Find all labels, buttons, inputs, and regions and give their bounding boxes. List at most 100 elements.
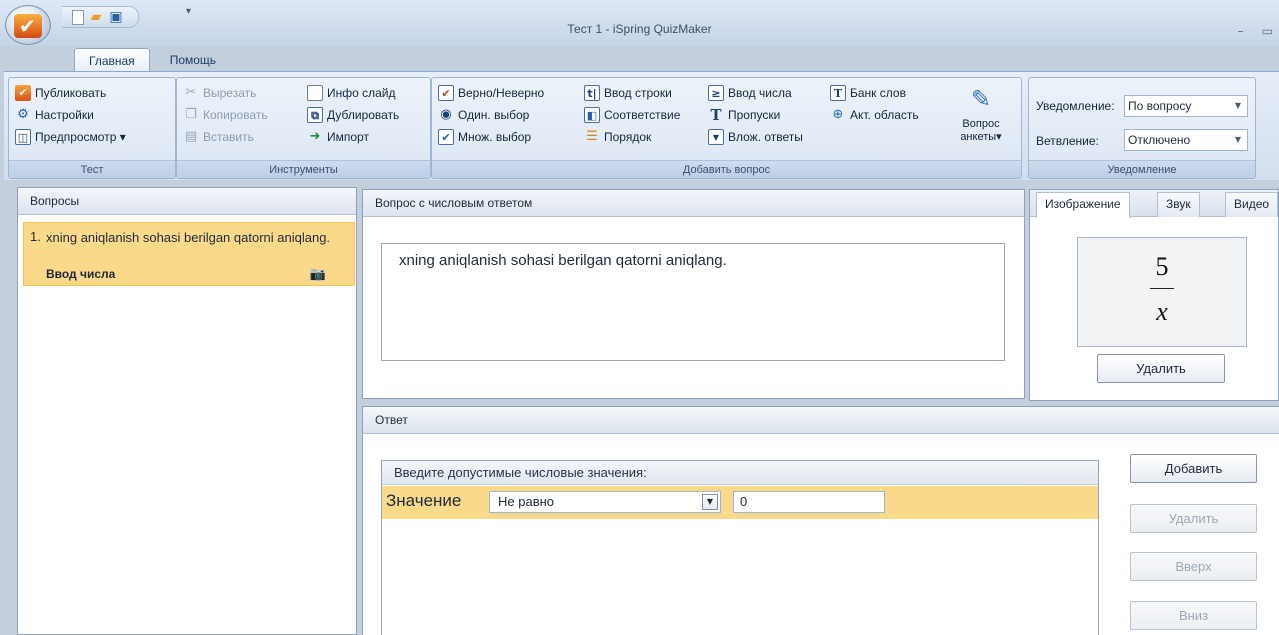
text-input-icon: t| xyxy=(584,85,600,101)
questions-panel-title: Вопросы xyxy=(18,188,356,215)
multiple-choice-button[interactable]: ✔ Множ. выбор xyxy=(438,128,531,146)
group-label-add-question: Добавить вопрос xyxy=(432,160,1021,178)
sequence-icon: ☰ xyxy=(586,129,598,144)
formula-denominator: x xyxy=(1156,297,1168,326)
delete-answer-button[interactable]: Удалить xyxy=(1130,504,1257,533)
window-title: Тест 1 - iSpring QuizMaker xyxy=(567,22,712,36)
paste-icon: ▤ xyxy=(184,129,198,144)
answer-values-table: Введите допустимые числовые значения: Зн… xyxy=(381,460,1099,635)
answer-values-header: Введите допустимые числовые значения: xyxy=(382,461,1098,485)
true-false-icon: ✔ xyxy=(438,85,454,101)
tab-help[interactable]: Помощь xyxy=(156,48,230,72)
checkbox-icon: ✔ xyxy=(438,129,454,145)
notification-select[interactable]: По вопросу ▼ xyxy=(1124,95,1248,117)
fraction-bar xyxy=(1150,288,1174,289)
media-tabs: Изображение Звук Видео xyxy=(1030,190,1279,218)
hotspot-button[interactable]: ⊕ Акт. область xyxy=(830,106,919,124)
media-panel: Изображение Звук Видео 5 x Удалить xyxy=(1029,189,1279,401)
preview-button[interactable]: ◫ Предпросмотр ▾ xyxy=(15,128,126,146)
customize-qat-icon[interactable]: ▾ xyxy=(186,6,191,17)
formula-image: 5 x xyxy=(1078,252,1246,327)
image-preview: 5 x xyxy=(1077,237,1247,347)
answer-panel: Ответ Введите допустимые числовые значен… xyxy=(362,406,1279,635)
formula-numerator: 5 xyxy=(1155,252,1169,281)
ribbon-group-add-question: ✔ Верно/Неверно ◉ Один. выбор ✔ Множ. вы… xyxy=(431,77,1022,179)
minimize-button[interactable]: – xyxy=(1238,24,1244,38)
info-slide-button[interactable]: Инфо слайд xyxy=(307,84,396,102)
survey-question-button[interactable]: ✎ Вопрос анкеты▾ xyxy=(952,84,1010,144)
import-icon: ➜ xyxy=(309,129,321,144)
string-input-button[interactable]: t| Ввод строки xyxy=(584,84,672,102)
question-item-type: Ввод числа xyxy=(46,267,116,281)
survey-edit-icon: ✎ xyxy=(970,85,992,113)
tab-image[interactable]: Изображение xyxy=(1036,192,1130,218)
duplicate-icon: ⧉ xyxy=(307,107,323,123)
duplicate-button[interactable]: ⧉ Дублировать xyxy=(307,106,399,124)
copy-icon: ❐ xyxy=(185,107,197,122)
nested-answers-button[interactable]: ▼ Влож. ответы xyxy=(708,128,803,146)
paste-button[interactable]: ▤ Вставить xyxy=(183,128,254,146)
gap-text-icon: T xyxy=(710,106,722,124)
question-panel-title: Вопрос с числовым ответом xyxy=(363,190,1024,217)
delete-image-button[interactable]: Удалить xyxy=(1097,354,1225,383)
matching-icon: ◧ xyxy=(584,107,600,123)
settings-button[interactable]: ⚙ Настройки xyxy=(15,106,94,124)
chevron-down-icon[interactable]: ▼ xyxy=(702,494,718,510)
group-label-notification: Уведомление xyxy=(1029,160,1255,178)
ribbon-tabs: Главная Помощь xyxy=(74,48,230,72)
order-button[interactable]: ☰ Порядок xyxy=(584,128,651,146)
radio-icon: ◉ xyxy=(440,107,452,122)
title-bar: ▰ ▣ ▾ Тест 1 - iSpring QuizMaker – ▭ xyxy=(0,0,1279,46)
maximize-button[interactable]: ▭ xyxy=(1262,24,1273,38)
table-row[interactable]: Значение Не равно ▼ 0 xyxy=(382,486,1098,519)
cut-button[interactable]: ✂ Вырезать xyxy=(183,84,257,102)
group-label-tools: Инструменты xyxy=(177,160,430,178)
move-down-button[interactable]: Вниз xyxy=(1130,601,1257,630)
chevron-down-icon: ▼ xyxy=(1234,101,1242,110)
chevron-down-icon: ▼ xyxy=(1234,135,1242,144)
question-number: 1. xyxy=(30,229,41,244)
preview-icon: ◫ xyxy=(15,129,31,145)
value-input[interactable]: 0 xyxy=(733,491,885,513)
group-label-test: Тест xyxy=(9,160,175,178)
ribbon: ✔ Публиковать ⚙ Настройки ◫ Предпросмотр… xyxy=(4,71,1279,180)
number-input-button[interactable]: ≥ Ввод числа xyxy=(708,84,792,102)
question-text-editor[interactable]: xning aniqlanish sohasi berilgan qatorni… xyxy=(381,243,1005,361)
word-bank-icon: T xyxy=(830,85,846,101)
publish-button[interactable]: ✔ Публиковать xyxy=(15,84,106,102)
gear-icon: ⚙ xyxy=(17,107,29,122)
camera-icon: 📷 xyxy=(309,267,326,282)
notification-label: Уведомление: xyxy=(1036,99,1115,113)
scissors-icon: ✂ xyxy=(185,85,197,100)
add-answer-button[interactable]: Добавить xyxy=(1130,454,1257,483)
list-item[interactable]: 1. xning aniqlanish sohasi berilgan qato… xyxy=(23,222,355,286)
tab-video[interactable]: Видео xyxy=(1225,192,1279,217)
value-row-label: Значение xyxy=(386,491,462,510)
branching-select[interactable]: Отключено ▼ xyxy=(1124,129,1248,151)
word-bank-button[interactable]: T Банк слов xyxy=(830,84,906,102)
branching-label: Ветвление: xyxy=(1036,134,1099,148)
fill-gaps-button[interactable]: T Пропуски xyxy=(708,106,780,124)
window-controls: – ▭ xyxy=(1238,24,1273,38)
matching-button[interactable]: ◧ Соответствие xyxy=(584,106,680,124)
publish-icon: ✔ xyxy=(15,85,31,101)
question-item-text: xning aniqlanish sohasi berilgan qatorni… xyxy=(46,230,331,245)
slide-icon xyxy=(307,85,323,101)
single-choice-button[interactable]: ◉ Один. выбор xyxy=(438,106,529,124)
ribbon-group-test: ✔ Публиковать ⚙ Настройки ◫ Предпросмотр… xyxy=(8,77,176,179)
dropdown-icon: ▼ xyxy=(708,129,724,145)
import-button[interactable]: ➜ Импорт xyxy=(307,128,369,146)
questions-panel: Вопросы 1. xning aniqlanish sohasi beril… xyxy=(17,187,357,635)
tab-home[interactable]: Главная xyxy=(74,48,150,72)
condition-select[interactable]: Не равно ▼ xyxy=(489,491,721,513)
question-panel: Вопрос с числовым ответом xning aniqlani… xyxy=(362,189,1025,399)
true-false-button[interactable]: ✔ Верно/Неверно xyxy=(438,84,544,102)
move-up-button[interactable]: Вверх xyxy=(1130,552,1257,581)
ribbon-group-notification: Уведомление: По вопросу ▼ Ветвление: Отк… xyxy=(1028,77,1256,179)
crosshair-icon: ⊕ xyxy=(832,107,844,122)
tab-sound[interactable]: Звук xyxy=(1157,192,1200,217)
answer-panel-title: Ответ xyxy=(363,407,1279,434)
greater-equal-icon: ≥ xyxy=(708,85,724,101)
copy-button[interactable]: ❐ Копировать xyxy=(183,106,267,124)
ribbon-group-tools: ✂ Вырезать ❐ Копировать ▤ Вставить Инфо … xyxy=(176,77,431,179)
